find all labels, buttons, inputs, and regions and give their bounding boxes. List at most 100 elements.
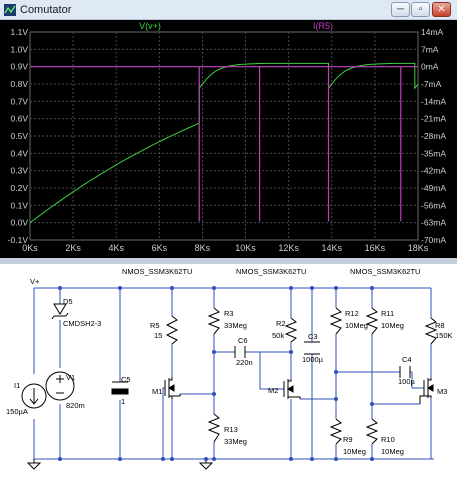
r5-label[interactable]: R5 [150,321,160,330]
resistor-r5-symbol[interactable] [165,315,179,345]
x-tick-label: 10Ks [235,243,256,253]
d5-part-label[interactable]: CMDSH2-3 [63,319,101,328]
m3-label[interactable]: M3 [437,387,447,396]
c6-value-label[interactable]: 220n [236,358,253,367]
waveform-plot[interactable]: 0Ks 2Ks 4Ks 6Ks 8Ks 10Ks 12Ks 14Ks 16Ks 18Ks -0.1… [0,20,457,258]
nmos-m2-symbol[interactable] [283,379,301,399]
resistor-r13-symbol[interactable] [207,413,221,443]
r8-value-label[interactable]: 150K [435,331,453,340]
x-tick-label: 6Ks [152,243,168,253]
c5-label[interactable]: C5 [121,375,131,384]
left-y-tick-label: 0.3V [11,166,29,176]
capacitor-c6-symbol[interactable] [234,346,246,358]
right-y-tick-label: -49mA [421,183,446,193]
resistor-r11-symbol[interactable] [365,307,379,335]
left-y-tick-label: 0.9V [11,62,29,72]
c4-label[interactable]: C4 [402,355,412,364]
r12-value-label[interactable]: 10Meg [345,321,368,330]
left-y-tick-label: 0.7V [11,96,29,106]
diode-d5-symbol[interactable] [51,303,69,320]
r13-value-label[interactable]: 33Meg [224,437,247,446]
c3-value-label[interactable]: 1000µ [302,355,324,364]
right-y-tick-label: -21mA [421,114,446,124]
m2-label[interactable]: M2 [268,386,278,395]
left-y-tick-label: 0.0V [11,218,29,228]
right-y-tick-label: -7mA [421,79,442,89]
current-source-i1-symbol[interactable] [21,383,47,409]
r11-label[interactable]: R11 [381,309,394,318]
right-y-tick-label: -70mA [421,235,446,245]
v1-label[interactable]: V1 [66,373,75,382]
r10-value-label[interactable]: 10Meg [381,447,404,456]
left-y-tick-label: 1.1V [11,27,29,37]
r10-label[interactable]: R10 [381,435,395,444]
resistor-r2-symbol[interactable] [284,317,298,343]
ground-icon [26,459,42,470]
maximize-button[interactable]: ▫ [411,2,430,17]
x-tick-label: 8Ks [195,243,211,253]
right-y-tick-label: 0mA [421,62,439,72]
r13-label[interactable]: R13 [224,425,238,434]
plot-background [0,20,457,258]
left-y-tick-label: 0.2V [11,183,29,193]
d5-label[interactable]: D5 [63,297,73,306]
right-y-tick-label: -14mA [421,96,446,106]
nmos-m1-model-label[interactable]: NMOS_SSM3K62TU [122,267,192,276]
r2-value-label[interactable]: 50k [272,331,284,340]
x-tick-label: 16Ks [365,243,386,253]
nmos-m1-symbol[interactable] [164,377,181,399]
c3-label[interactable]: C3 [308,332,318,341]
i1-label[interactable]: I1 [14,381,20,390]
close-button[interactable]: ✕ [432,2,451,17]
minimize-button[interactable]: ─ [391,2,410,17]
c4-value-label[interactable]: 100µ [398,377,416,386]
r5-value-label[interactable]: 15 [154,331,162,340]
window-titlebar: Comutator ─ ▫ ✕ [0,0,457,20]
right-y-tick-label: 7mA [421,44,439,54]
right-y-tick-label: -42mA [421,166,446,176]
left-y-tick-label: 0.1V [11,200,29,210]
resistor-r12-symbol[interactable] [329,307,343,335]
r11-value-label[interactable]: 10Meg [381,321,404,330]
net-label-vplus[interactable]: V+ [30,277,40,286]
x-tick-label: 4Ks [108,243,124,253]
schematic-canvas[interactable]: V+ NMOS_SSM3K62TU NMOS_SSM3K62TU NMOS_SS… [0,264,457,500]
r2-label[interactable]: R2 [276,319,286,328]
right-y-tick-label: -35mA [421,148,446,158]
left-y-tick-label: 1.0V [11,44,29,54]
window-title: Comutator [20,4,72,16]
m1-label[interactable]: M1 [152,387,162,396]
left-y-tick-label: 0.4V [11,148,29,158]
legend-series-v[interactable]: V(v+) [139,21,161,31]
resistor-r3-symbol[interactable] [207,307,221,335]
right-y-tick-label: 14mA [421,27,444,37]
legend-series-i[interactable]: I(R5) [313,21,333,31]
v1-value-label[interactable]: 820m [66,401,85,410]
left-y-tick-label: -0.1V [8,235,29,245]
nmos-m3-model-label[interactable]: NMOS_SSM3K62TU [350,267,420,276]
c6-label[interactable]: C6 [238,336,248,345]
r12-label[interactable]: R12 [345,309,359,318]
left-y-tick-label: 0.8V [11,79,29,89]
resistor-r10-symbol[interactable] [365,418,379,445]
left-y-tick-label: 0.5V [11,131,29,141]
right-y-tick-label: -28mA [421,131,446,141]
c5-value-label[interactable]: 1 [121,397,125,406]
right-y-tick-label: -63mA [421,218,446,228]
junction-dots [58,286,374,461]
r3-value-label[interactable]: 33Meg [224,321,247,330]
r3-label[interactable]: R3 [224,309,234,318]
r9-value-label[interactable]: 10Meg [343,447,366,456]
r9-label[interactable]: R9 [343,435,353,444]
x-tick-label: 14Ks [322,243,343,253]
x-tick-label: 12Ks [278,243,299,253]
x-tick-label: 2Ks [65,243,81,253]
left-y-tick-label: 0.6V [11,114,29,124]
waveform-app-icon [4,4,16,16]
i1-value-label[interactable]: 150µA [6,407,28,416]
right-y-tick-label: -56mA [421,200,446,210]
capacitor-c3-symbol[interactable] [304,341,320,355]
nmos-m2-model-label[interactable]: NMOS_SSM3K62TU [236,267,306,276]
resistor-r9-symbol[interactable] [329,418,343,445]
r8-label[interactable]: R8 [435,321,445,330]
